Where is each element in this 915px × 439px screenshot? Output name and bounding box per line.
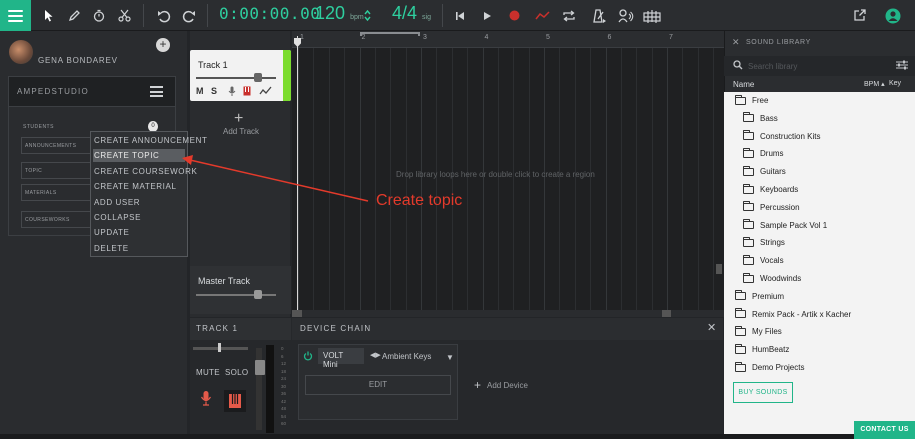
- microphone-icon[interactable]: [196, 390, 216, 412]
- buy-sounds-button[interactable]: BUY SOUNDS: [733, 382, 793, 403]
- folder-icon: [743, 147, 754, 158]
- meter-scale-tick: 48: [281, 406, 287, 411]
- volume-fader-handle[interactable]: [255, 360, 265, 375]
- library-folder-label: Demo Projects: [752, 363, 805, 372]
- chevron-down-icon[interactable]: ▼: [446, 353, 454, 362]
- filter-icon[interactable]: [896, 60, 908, 70]
- edit-device-button[interactable]: EDIT: [305, 375, 451, 395]
- library-folder-item[interactable]: Bass: [743, 110, 778, 127]
- device-name-button[interactable]: VOLT Mini: [318, 348, 364, 369]
- meter-scale-tick: 36: [281, 391, 287, 396]
- library-folder-item[interactable]: Free: [735, 92, 768, 109]
- library-folder-label: Bass: [760, 113, 778, 123]
- bottom-edge: [0, 434, 915, 439]
- strip-solo-button[interactable]: SOLO: [225, 368, 248, 377]
- meter-scale-tick: 60: [281, 421, 287, 426]
- library-folder-label: Woodwinds: [760, 274, 802, 283]
- add-device-button[interactable]: + Add Device: [474, 378, 528, 392]
- track-strip-title: TRACK 1: [196, 324, 239, 333]
- folder-icon: [735, 308, 746, 319]
- library-folder-item[interactable]: Construction Kits: [743, 128, 820, 145]
- library-folder-item[interactable]: Sample Pack Vol 1: [743, 217, 827, 234]
- meter-scale-tick: 18: [281, 368, 287, 374]
- meter-scale-tick: 42: [281, 398, 287, 404]
- folder-icon: [743, 219, 754, 230]
- pan-handle[interactable]: [218, 343, 221, 352]
- column-header-bpm-label: BPM: [864, 81, 880, 88]
- library-folder-item[interactable]: Keyboards: [743, 181, 798, 198]
- close-icon[interactable]: ✕: [707, 321, 716, 334]
- add-device-label: Add Device: [487, 381, 528, 390]
- library-folder-label: Sample Pack Vol 1: [760, 220, 828, 230]
- folder-icon: [735, 290, 746, 301]
- strip-mute-button[interactable]: MUTE: [196, 368, 220, 377]
- library-folder-label: Free: [752, 96, 769, 105]
- folder-icon: [735, 343, 746, 354]
- meter-scale-tick: 24: [281, 376, 287, 381]
- close-icon[interactable]: ✕: [732, 37, 740, 48]
- piano-keys-icon[interactable]: [224, 390, 246, 412]
- library-folder-item[interactable]: Remix Pack - Artik x Kacher: [735, 306, 851, 323]
- device-chain-title: DEVICE CHAIN: [300, 324, 372, 333]
- library-folder-item[interactable]: Drums: [743, 145, 784, 162]
- column-header-bpm[interactable]: BPM ▴: [864, 80, 885, 88]
- level-meter: [266, 345, 274, 433]
- folder-icon: [743, 272, 754, 283]
- library-folder-label: Guitars: [760, 167, 786, 177]
- folder-icon: [743, 165, 754, 176]
- meter-scale-tick: 0: [281, 346, 284, 351]
- library-folder-label: Keyboards: [760, 185, 799, 194]
- library-folder-item[interactable]: Premium: [735, 288, 784, 305]
- meter-scale-tick: 54: [281, 413, 287, 419]
- folder-icon: [735, 325, 746, 336]
- library-folder-label: HumBeatz: [752, 345, 790, 355]
- meter-scale-tick: 30: [281, 383, 287, 389]
- meter-scale: 0 6 12 18 24 30 36 42 48 54 60: [281, 345, 291, 433]
- folder-icon: [743, 112, 754, 123]
- library-folder-item[interactable]: HumBeatz: [735, 341, 789, 358]
- folder-icon: [743, 201, 754, 212]
- library-folder-label: Percussion: [760, 202, 800, 212]
- folder-icon: [735, 94, 746, 105]
- library-folder-item[interactable]: Demo Projects: [735, 359, 804, 376]
- library-folder-item[interactable]: Vocals: [743, 252, 784, 269]
- library-folder-label: Vocals: [760, 256, 784, 266]
- preset-arrows-icon[interactable]: ◀▶: [370, 351, 381, 359]
- library-folder-item[interactable]: Percussion: [743, 199, 800, 216]
- library-folder-item[interactable]: Guitars: [743, 163, 786, 180]
- library-folder-label: Construction Kits: [760, 131, 821, 141]
- annotation-label: Create topic: [376, 192, 463, 209]
- search-icon: [733, 60, 743, 70]
- meter-scale-tick: 12: [281, 361, 287, 366]
- meter-scale-tick: 6: [281, 353, 284, 359]
- library-folder-label: Strings: [760, 238, 785, 248]
- power-icon[interactable]: [303, 351, 313, 361]
- library-folder-item[interactable]: My Files: [735, 323, 782, 340]
- column-header-key[interactable]: Key: [889, 80, 901, 87]
- library-folder-label: Remix Pack - Artik x Kacher: [752, 309, 852, 319]
- library-folder-label: My Files: [752, 327, 782, 337]
- folder-icon: [735, 361, 746, 372]
- library-folder-item[interactable]: Strings: [743, 234, 785, 251]
- preset-select[interactable]: Ambient Keys: [382, 352, 431, 361]
- contact-us-button[interactable]: CONTACT US: [854, 421, 915, 439]
- folder-icon: [743, 236, 754, 247]
- folder-icon: [743, 183, 754, 194]
- folder-icon: [743, 130, 754, 141]
- sound-library-title: SOUND LIBRARY: [746, 39, 811, 46]
- library-folder-item[interactable]: Woodwinds: [743, 270, 801, 287]
- library-folder-label: Drums: [760, 149, 784, 159]
- plus-icon: +: [474, 378, 482, 392]
- library-folder-label: Premium: [752, 291, 785, 301]
- folder-icon: [743, 254, 754, 265]
- search-input[interactable]: [748, 59, 888, 73]
- column-header-name[interactable]: Name: [733, 80, 754, 89]
